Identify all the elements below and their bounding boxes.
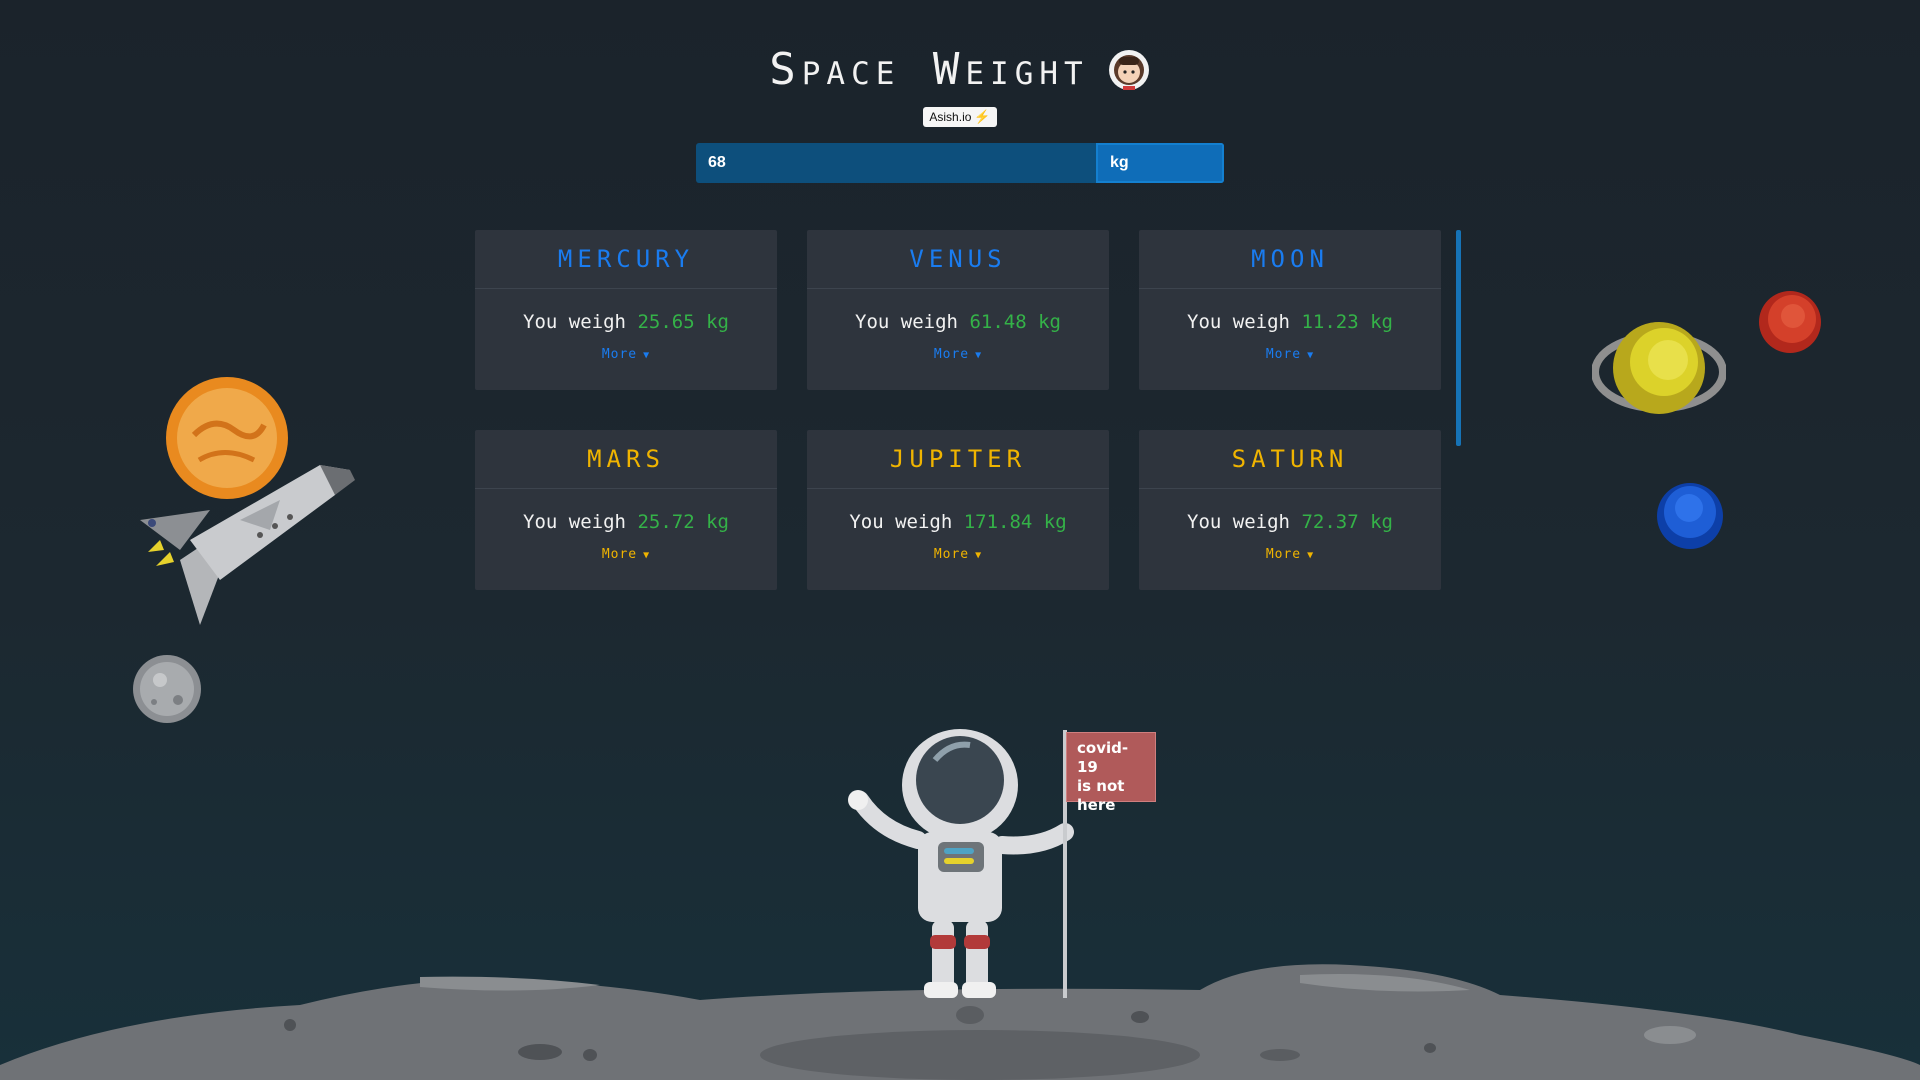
more-button[interactable]: More ▼ — [602, 547, 650, 562]
planet-card-mercury: MERCURY You weigh 25.65 kg More ▼ — [475, 230, 777, 390]
planet-card-jupiter: JUPITER You weigh 171.84 kg More ▼ — [807, 430, 1109, 590]
space-shuttle-illustration — [140, 465, 355, 625]
weight-prefix: You weigh — [855, 311, 958, 333]
planet-card-mars: MARS You weigh 25.72 kg More ▼ — [475, 430, 777, 590]
more-button[interactable]: More ▼ — [1266, 347, 1314, 362]
unit-select[interactable]: kg — [1096, 143, 1224, 183]
planet-name: JUPITER — [807, 430, 1109, 489]
more-button[interactable]: More ▼ — [1266, 547, 1314, 562]
flag-line-3: here — [1077, 796, 1116, 814]
planet-card-saturn: SATURN You weigh 72.37 kg More ▼ — [1139, 430, 1441, 590]
weight-prefix: You weigh — [523, 511, 626, 533]
more-button[interactable]: More ▼ — [934, 347, 982, 362]
more-label: More — [1265, 547, 1302, 562]
weight-value: 11.23 kg — [1301, 311, 1393, 333]
more-button[interactable]: More ▼ — [602, 347, 650, 362]
more-label: More — [601, 347, 638, 362]
weight-result: You weigh 11.23 kg — [1139, 311, 1441, 333]
more-label: More — [1265, 347, 1302, 362]
planet-name: VENUS — [807, 230, 1109, 289]
weight-prefix: You weigh — [1187, 311, 1290, 333]
weight-result: You weigh 72.37 kg — [1139, 511, 1441, 533]
weight-value: 25.72 kg — [637, 511, 729, 533]
weight-result: You weigh 61.48 kg — [807, 311, 1109, 333]
chevron-down-icon: ▼ — [975, 350, 983, 361]
chevron-down-icon: ▼ — [1307, 550, 1315, 561]
saturn-illustration — [1592, 322, 1726, 414]
weight-result: You weigh 171.84 kg — [807, 511, 1109, 533]
weight-value: 25.65 kg — [637, 311, 729, 333]
chevron-down-icon: ▼ — [643, 550, 651, 561]
header: Space Weight — [0, 44, 1920, 95]
badge-label: Asish.io — [929, 110, 972, 124]
planet-card-moon: MOON You weigh 11.23 kg More ▼ — [1139, 230, 1441, 390]
chevron-down-icon: ▼ — [1307, 350, 1315, 361]
weight-prefix: You weigh — [1187, 511, 1290, 533]
weight-input-group: kg — [696, 143, 1224, 183]
mars-illustration — [1759, 291, 1821, 353]
title-text: Space Weight — [769, 44, 1089, 95]
weight-result: You weigh 25.65 kg — [475, 311, 777, 333]
covid-flag: covid-19 is not here — [1066, 732, 1156, 814]
bolt-icon: ⚡ — [974, 109, 991, 124]
astronaut-illustration — [848, 729, 1074, 998]
chevron-down-icon: ▼ — [975, 550, 983, 561]
more-label: More — [601, 547, 638, 562]
astronaut-face-icon — [1108, 49, 1149, 90]
planet-name: MERCURY — [475, 230, 777, 289]
more-label: More — [933, 547, 970, 562]
more-label: More — [933, 347, 970, 362]
planet-grid: MERCURY You weigh 25.65 kg More ▼ VENUS Y… — [475, 230, 1441, 590]
weight-value: 171.84 kg — [963, 511, 1067, 533]
weight-prefix: You weigh — [523, 311, 626, 333]
flag-line-2: is not — [1077, 777, 1125, 795]
asish-io-badge[interactable]: Asish.io ⚡ — [923, 107, 997, 127]
weight-value: 72.37 kg — [1301, 511, 1393, 533]
neptune-illustration — [1657, 483, 1723, 549]
page-title: Space Weight — [769, 44, 1150, 95]
planet-name: MOON — [1139, 230, 1441, 289]
weight-value: 61.48 kg — [969, 311, 1061, 333]
weight-input[interactable] — [696, 143, 1096, 183]
planet-name: SATURN — [1139, 430, 1441, 489]
grey-moon-illustration — [133, 655, 201, 723]
planet-name: MARS — [475, 430, 777, 489]
unit-label: kg — [1110, 154, 1129, 171]
more-button[interactable]: More ▼ — [934, 547, 982, 562]
scrollbar[interactable] — [1456, 230, 1461, 446]
planet-card-venus: VENUS You weigh 61.48 kg More ▼ — [807, 230, 1109, 390]
chevron-down-icon: ▼ — [643, 350, 651, 361]
weight-prefix: You weigh — [849, 511, 953, 533]
flag-line-1: covid-19 — [1077, 739, 1129, 776]
weight-result: You weigh 25.72 kg — [475, 511, 777, 533]
